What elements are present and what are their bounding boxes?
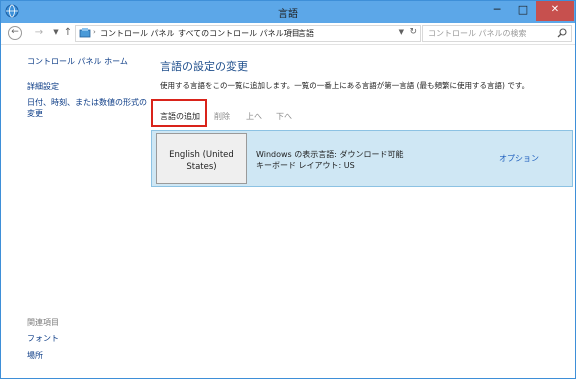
keyboard-layout: キーボード レイアウト: US [256,161,355,170]
control-panel-icon [79,27,91,39]
move-up-button[interactable]: 上へ [246,111,262,122]
display-language-status: Windows の表示言語: ダウンロード可能 [256,150,404,159]
search-placeholder: コントロール パネルの検索 [428,29,527,38]
search-input[interactable]: コントロール パネルの検索 [422,25,572,42]
remove-button[interactable]: 削除 [214,111,230,122]
sidebar-item-date-time-format[interactable]: 日付、時刻、または数値の形式の [27,97,147,108]
sidebar-item-control-panel-home[interactable]: コントロール パネル ホーム [27,56,128,67]
maximize-button[interactable]: □ [510,1,536,21]
breadcrumb-control-panel[interactable]: コントロール パネル [100,28,175,39]
back-arrow-icon[interactable]: ← [8,26,22,40]
navigation-bar: ← → ▼ ↑ › コントロール パネル › すべてのコントロール パネル項目 … [1,23,575,45]
language-list-item[interactable]: English (United States) Windows の表示言語: ダ… [151,130,573,187]
minimize-button[interactable]: ─ [484,1,510,21]
up-arrow-icon[interactable]: ↑ [61,26,75,40]
language-name-button[interactable]: English (United States) [156,133,247,184]
refresh-icon[interactable]: ↻ [409,27,417,37]
close-button[interactable]: ✕ [536,1,574,21]
highlight-box [151,99,207,127]
options-link[interactable]: オプション [499,153,539,164]
page-description: 使用する言語をこの一覧に追加します。一覧の一番上にある言語が第一言語 (最も頻繁… [160,81,530,90]
search-icon[interactable] [557,28,567,38]
address-bar[interactable]: › コントロール パネル › すべてのコントロール パネル項目 › 言語 ▼ ↻ [75,25,421,42]
sidebar-item-date-time-format-cont[interactable]: 変更 [27,108,43,119]
title-bar[interactable]: 言語 ─ □ ✕ [1,1,575,23]
breadcrumb-language[interactable]: 言語 [298,28,314,39]
control-panel-window: 言語 ─ □ ✕ ← → ▼ ↑ › コントロール パネル › すべてのコントロ… [0,0,576,379]
language-name-line2: States) [186,162,217,172]
breadcrumb-separator: › [170,28,173,36]
breadcrumb-separator: › [290,28,293,36]
language-name-line1: English (United [169,150,234,160]
move-down-button[interactable]: 下へ [276,111,292,122]
sidebar-item-location[interactable]: 場所 [27,350,43,361]
breadcrumb-separator: › [93,28,96,36]
sidebar-item-advanced-settings[interactable]: 詳細設定 [27,81,59,92]
related-items-heading: 関連項目 [27,318,59,327]
forward-arrow-icon[interactable]: → [32,26,46,40]
breadcrumb-all-items[interactable]: すべてのコントロール パネル項目 [178,28,300,39]
language-list-empty-area [151,187,573,378]
page-title: 言語の設定の変更 [160,60,248,73]
chevron-down-icon[interactable]: ▼ [399,28,404,36]
sidebar: コントロール パネル ホーム 詳細設定 日付、時刻、または数値の形式の 変更 関… [1,45,151,378]
sidebar-item-fonts[interactable]: フォント [27,333,59,344]
